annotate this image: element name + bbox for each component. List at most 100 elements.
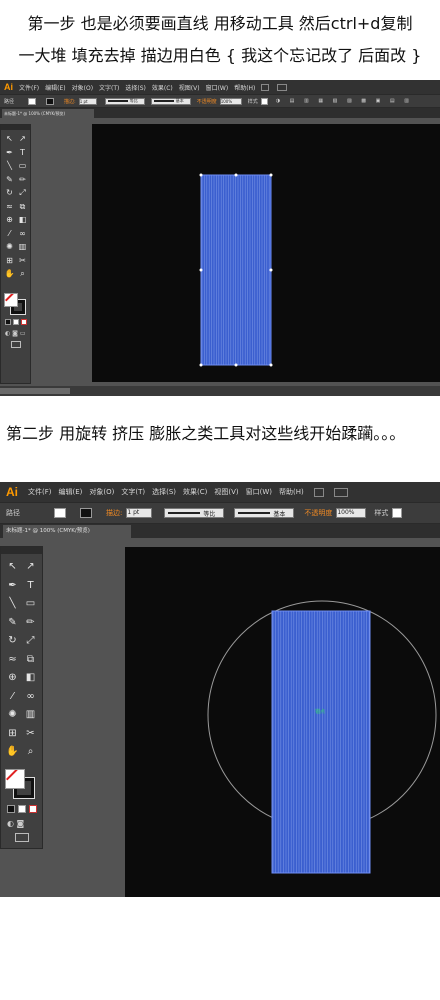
slice-icon[interactable]: ✂ [17,255,28,266]
menu-help[interactable]: 帮助(H) [234,83,255,92]
pen-icon[interactable]: ✒ [4,147,15,158]
none-mode-icon[interactable] [21,319,27,325]
menu-object[interactable]: 对象(O) [89,487,114,497]
menu-object[interactable]: 对象(O) [72,83,93,92]
draw-mode-icons[interactable]: ◐ ◙ ▭ [5,330,27,337]
graph-icon[interactable]: ▥ [23,707,38,722]
menu-window[interactable]: 窗口(W) [206,83,229,92]
free-transform-icon[interactable]: ⧉ [23,652,38,667]
brush-definition[interactable]: 基本 [234,508,295,518]
arrange-documents-icon[interactable] [333,487,348,497]
menu-file[interactable]: 文件(F) [19,83,39,92]
brush-icon[interactable]: ✎ [5,615,20,630]
pen-icon[interactable]: ✒ [5,578,20,593]
stroke-swatch[interactable] [46,97,55,105]
hand-icon[interactable]: ✋ [5,744,20,759]
gradient-mode-icon[interactable] [13,319,19,325]
fill-box[interactable] [4,293,18,307]
fill-box[interactable] [5,769,25,789]
shape-builder-icon[interactable]: ⊕ [5,670,20,685]
zoom-icon[interactable]: ⌕ [17,268,28,279]
eyedropper-icon[interactable]: ⁄ [5,689,20,704]
bridge-icon[interactable] [313,487,324,497]
blend-icon[interactable]: ∞ [23,689,38,704]
opacity-label[interactable]: 不透明度 [197,98,217,105]
gradient-icon[interactable]: ◧ [23,670,38,685]
arrange-documents-icon[interactable] [277,83,288,91]
menu-effect[interactable]: 效果(C) [152,83,173,92]
menu-edit[interactable]: 编辑(E) [59,487,83,497]
opacity-label[interactable]: 不透明度 [304,508,332,518]
document-tab[interactable]: 未标题-1* @ 100% (CMYK/预览) [2,109,94,118]
selection-tool-icon[interactable]: ↖ [4,133,15,144]
fill-swatch[interactable] [28,97,37,105]
type-icon[interactable]: T [17,147,28,158]
screen-mode-icon[interactable] [15,833,29,842]
tools-panel-header[interactable] [1,547,42,554]
screen-mode-icon[interactable] [11,341,21,348]
stroke-weight-field[interactable]: 1 pt [126,508,153,518]
line-group-rectangle[interactable] [270,609,372,875]
menu-edit[interactable]: 编辑(E) [45,83,65,92]
tools-panel-header[interactable] [1,125,30,130]
symbol-sprayer-icon[interactable]: ✺ [4,241,15,252]
draw-mode-icons[interactable]: ◐ ◙ [7,819,39,828]
opacity-field[interactable]: 100% [336,508,367,518]
color-mode-icon[interactable] [5,319,11,325]
stroke-swatch[interactable] [80,508,92,518]
direct-selection-icon[interactable]: ↗ [23,559,38,574]
menu-view[interactable]: 视图(V) [214,487,238,497]
line-group-rectangle[interactable] [199,173,273,367]
line-icon[interactable]: ╲ [5,596,20,611]
selection-tool-icon[interactable]: ↖ [5,559,20,574]
blend-icon[interactable]: ∞ [17,228,28,239]
menu-select[interactable]: 选择(S) [125,83,146,92]
menu-file[interactable]: 文件(F) [28,487,52,497]
hand-icon[interactable]: ✋ [4,268,15,279]
align-icons[interactable]: ◑ ▤ ▥ ▦ ▧ ▨ ▩ ▣ ▤ ▥ [276,98,413,104]
menu-type[interactable]: 文字(T) [121,487,145,497]
warp-icon[interactable]: ≈ [5,652,20,667]
variable-width-profile[interactable]: 等比 [104,97,145,105]
type-icon[interactable]: T [23,578,38,593]
variable-width-profile[interactable]: 等比 [164,508,225,518]
graphic-style-swatch[interactable] [392,508,403,518]
none-mode-icon[interactable] [29,805,37,813]
menu-select[interactable]: 选择(S) [152,487,176,497]
document-tab[interactable]: 未标题-1* @ 100% (CMYK/预览) [3,525,131,538]
pencil-icon[interactable]: ✏ [23,615,38,630]
free-transform-icon[interactable]: ⧉ [17,201,28,212]
artboard-icon[interactable]: ⊞ [5,726,20,741]
shape-builder-icon[interactable]: ⊕ [4,214,15,225]
rotate-icon[interactable]: ↻ [5,633,20,648]
bridge-icon[interactable] [261,83,270,91]
menu-window[interactable]: 窗口(W) [246,487,272,497]
stroke-label[interactable]: 描边: [64,98,76,105]
gradient-icon[interactable]: ◧ [17,214,28,225]
warp-icon[interactable]: ≈ [4,201,15,212]
zoom-icon[interactable]: ⌕ [23,744,38,759]
pencil-icon[interactable]: ✏ [17,174,28,185]
rectangle-icon[interactable]: ▭ [23,596,38,611]
rectangle-icon[interactable]: ▭ [17,160,28,171]
artboard-canvas[interactable] [92,124,440,382]
artboard-icon[interactable]: ⊞ [4,255,15,266]
brush-icon[interactable]: ✎ [4,174,15,185]
menu-help[interactable]: 帮助(H) [279,487,304,497]
line-icon[interactable]: ╲ [4,160,15,171]
eyedropper-icon[interactable]: ⁄ [4,228,15,239]
menu-effect[interactable]: 效果(C) [183,487,207,497]
gradient-mode-icon[interactable] [18,805,26,813]
rotate-icon[interactable]: ↻ [4,187,15,198]
symbol-sprayer-icon[interactable]: ✺ [5,707,20,722]
color-mode-icon[interactable] [7,805,15,813]
opacity-field[interactable]: 100% [219,97,242,105]
graphic-style-swatch[interactable] [260,97,268,105]
menu-view[interactable]: 视图(V) [179,83,200,92]
menu-type[interactable]: 文字(T) [99,83,119,92]
artboard-canvas[interactable]: 锚点 [125,547,440,897]
stroke-label[interactable]: 描边: [106,508,122,518]
fill-swatch[interactable] [54,508,66,518]
stroke-weight-field[interactable]: 1 pt [78,97,97,105]
scale-icon[interactable]: ⤢ [17,187,28,198]
